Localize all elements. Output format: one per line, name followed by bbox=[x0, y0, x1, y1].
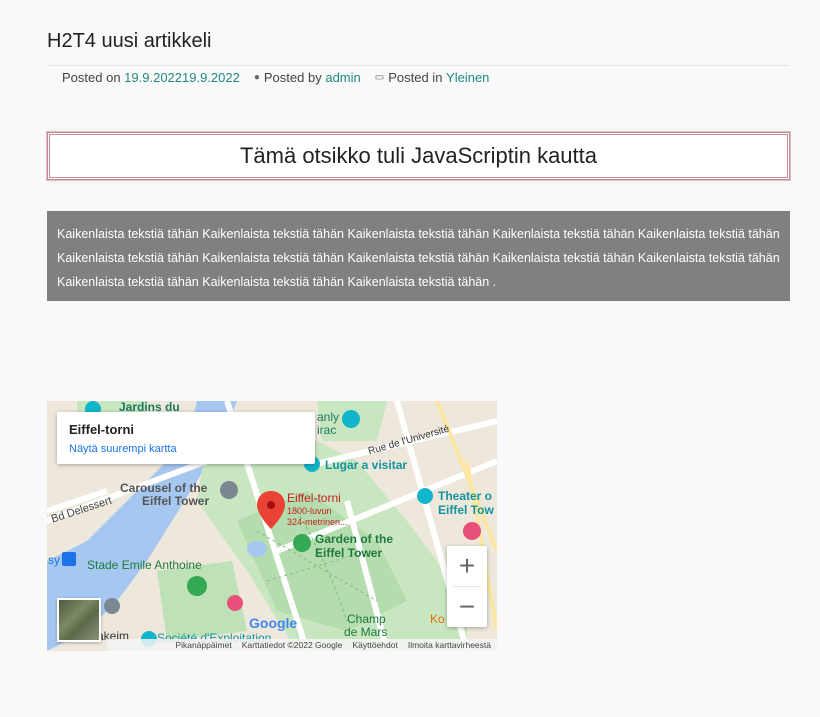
category-link[interactable]: Yleinen bbox=[446, 70, 489, 85]
place-title: Eiffel-torni bbox=[69, 422, 134, 437]
posted-by-label: Posted by bbox=[263, 70, 322, 85]
google-logo-text: Google bbox=[249, 615, 298, 631]
map-label: Lugar a visitar bbox=[325, 458, 408, 472]
map-label: Ko bbox=[430, 612, 445, 626]
map-attribution: Pikanäppäimet Karttatiedot ©2022 Google … bbox=[107, 639, 497, 651]
map-embed[interactable]: Jardins du anly irac Rue de l'Université… bbox=[47, 401, 497, 651]
shortcuts-link[interactable]: Pikanäppäimet bbox=[175, 640, 231, 650]
map-label: Garden of the bbox=[315, 532, 394, 546]
js-heading-box: Tämä otsikko tuli JavaScriptin kautta bbox=[46, 131, 791, 181]
post-title: H2T4 uusi artikkeli bbox=[47, 30, 212, 52]
map-label: Stade Emile Anthoine bbox=[87, 558, 202, 572]
map-label: Eiffel-torni bbox=[287, 491, 341, 505]
larger-map-link[interactable]: Näytä suurempi kartta bbox=[69, 443, 177, 455]
author-link[interactable]: admin bbox=[325, 70, 360, 85]
map-label: sy bbox=[48, 553, 60, 567]
posted-in-label: Posted in bbox=[388, 70, 443, 85]
poi-hotel-icon bbox=[463, 522, 481, 540]
post-date-link[interactable]: 19.9.202219.9.2022 bbox=[124, 70, 240, 85]
map-label: irac bbox=[317, 423, 337, 437]
poi-place-icon bbox=[104, 598, 120, 614]
user-icon: ● bbox=[253, 72, 260, 83]
metro-icon bbox=[62, 552, 76, 566]
map-label: Carousel of the bbox=[120, 481, 208, 495]
poi-theater-icon bbox=[417, 488, 433, 504]
terms-link[interactable]: Käyttöehdot bbox=[352, 640, 397, 650]
poi-stadium-icon bbox=[187, 576, 207, 596]
report-error-link[interactable]: Ilmoita karttavirheestä bbox=[408, 640, 491, 650]
posted-on-label: Posted on bbox=[62, 70, 121, 85]
zoom-out-button[interactable]: − bbox=[447, 587, 487, 627]
map-info-card: Eiffel-torni Näytä suurempi kartta bbox=[57, 412, 315, 464]
map-label: de Mars bbox=[344, 625, 388, 639]
poi-hotel-icon bbox=[227, 595, 243, 611]
js-heading-text: Tämä otsikko tuli JavaScriptin kautta bbox=[239, 143, 598, 168]
map-label: Theater o bbox=[438, 489, 493, 503]
map-label: Champ bbox=[347, 612, 386, 626]
map-label: Eiffel Tow bbox=[438, 503, 494, 517]
post-meta: Posted on 19.9.202219.9.2022 ● Posted by… bbox=[62, 70, 489, 85]
zoom-control: + − bbox=[447, 546, 487, 627]
map-label: Eiffel Tower bbox=[315, 546, 383, 560]
poi-place-icon bbox=[220, 481, 238, 499]
poi-museum-icon bbox=[342, 410, 360, 428]
map-data-text: Karttatiedot ©2022 Google bbox=[241, 640, 343, 650]
satellite-toggle[interactable] bbox=[57, 598, 101, 642]
poi-garden-icon bbox=[293, 534, 311, 552]
map-label: 324-metrinen... bbox=[287, 517, 348, 527]
text-box: Kaikenlaista tekstiä tähän Kaikenlaista … bbox=[47, 211, 790, 301]
map-label: 1800-luvun bbox=[287, 506, 332, 516]
zoom-in-button[interactable]: + bbox=[447, 546, 487, 586]
google-logo: Google bbox=[249, 615, 297, 631]
map-label: Eiffel Tower bbox=[142, 494, 210, 508]
meta-divider bbox=[47, 65, 790, 66]
map-label: anly bbox=[317, 410, 340, 424]
folder-icon: ▭ bbox=[374, 72, 385, 83]
text-box-content: Kaikenlaista tekstiä tähän Kaikenlaista … bbox=[57, 227, 780, 289]
